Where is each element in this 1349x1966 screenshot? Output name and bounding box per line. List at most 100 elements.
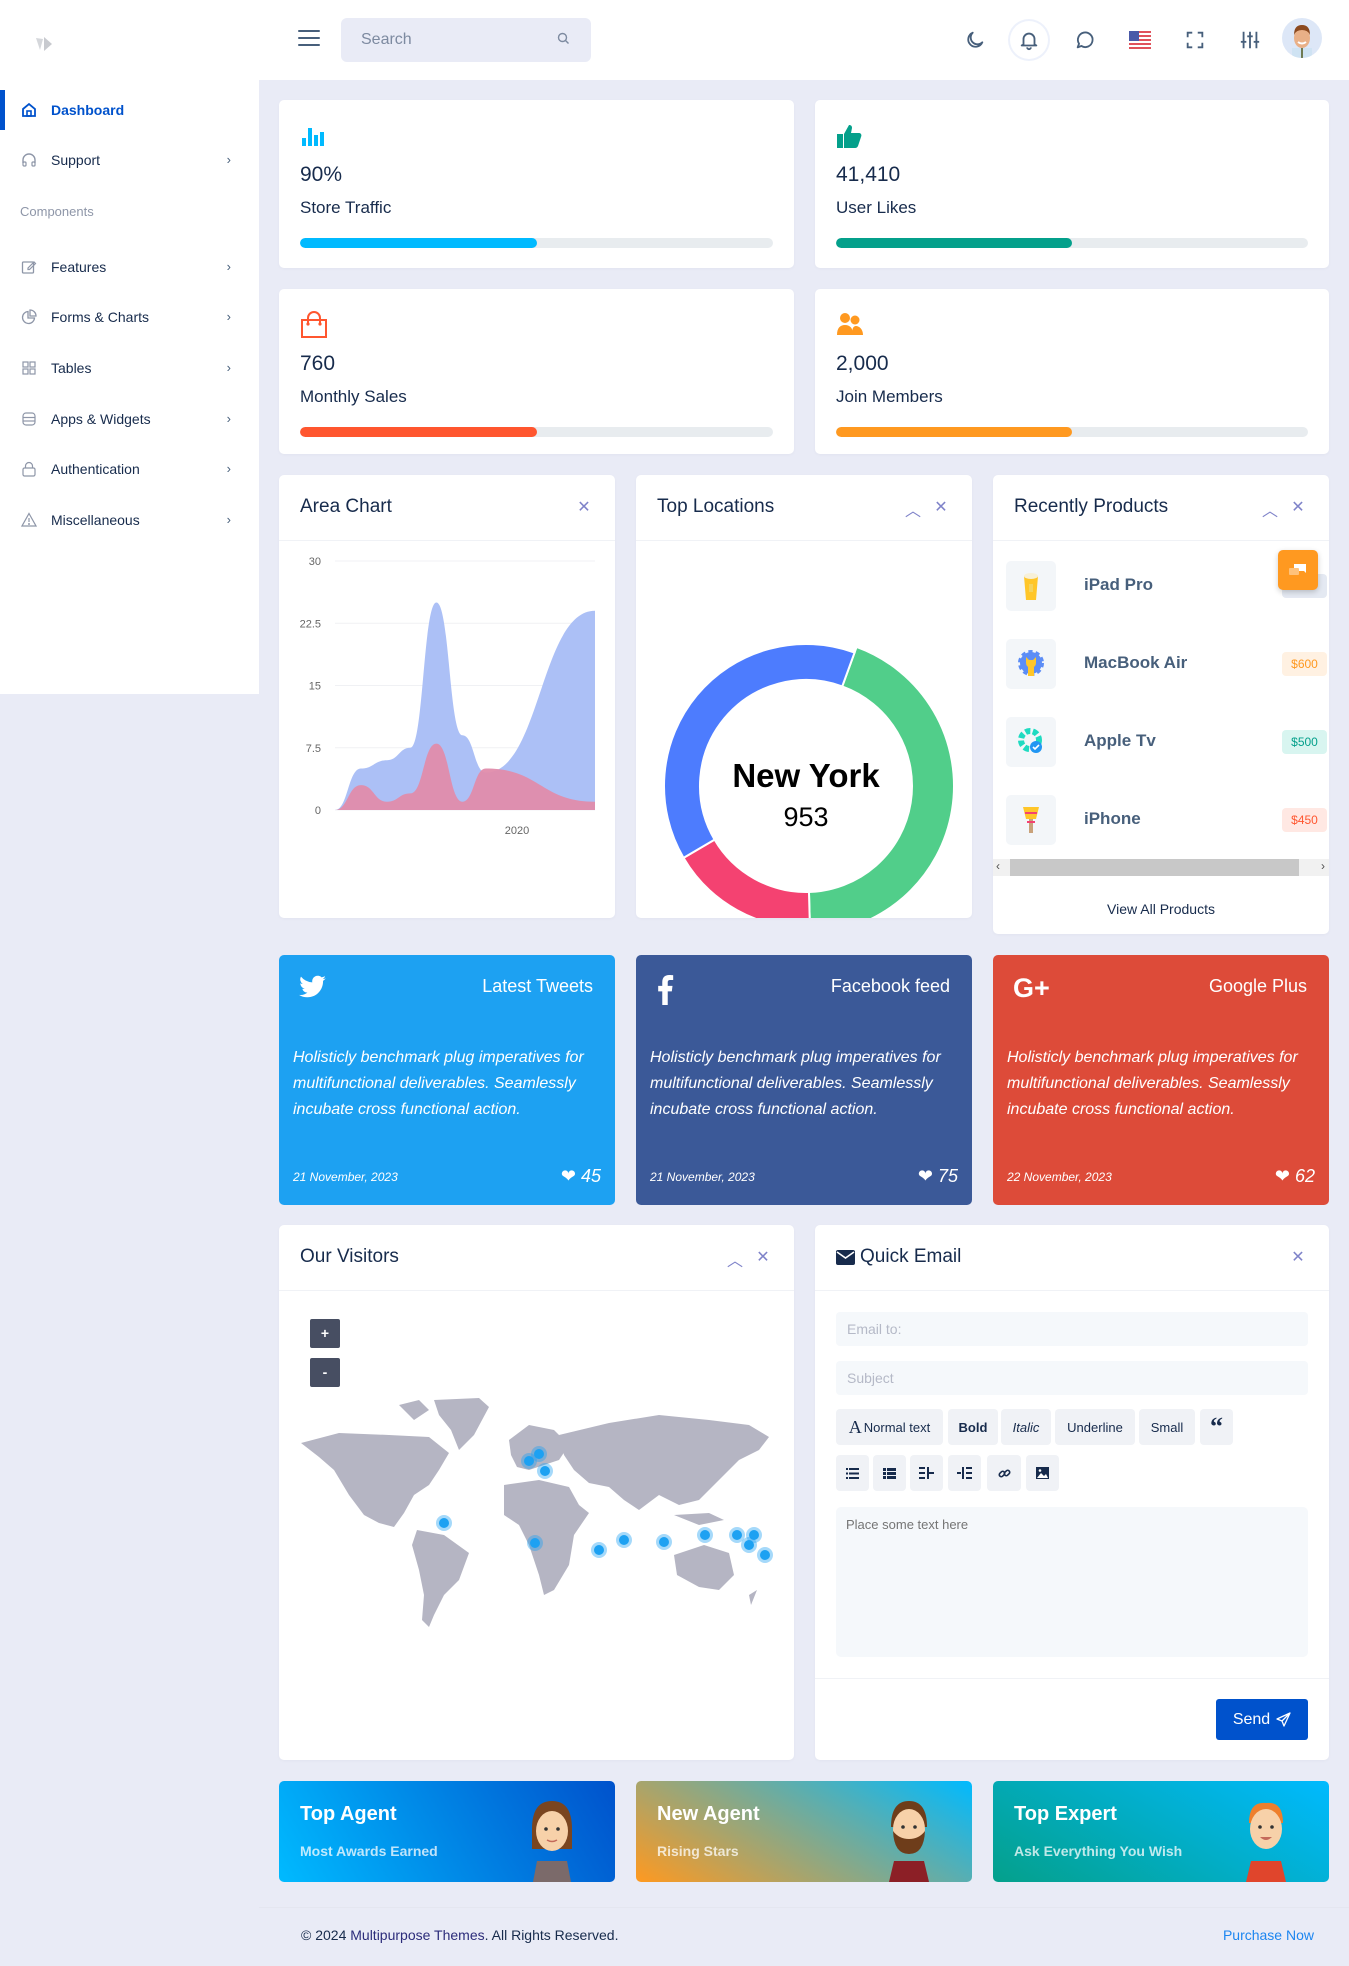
map-marker[interactable] [527, 1535, 543, 1551]
product-price: $450 [1282, 808, 1327, 832]
product-name[interactable]: MacBook Air [1084, 653, 1187, 673]
product-price: $500 [1282, 730, 1327, 754]
link-button[interactable] [987, 1455, 1021, 1491]
sidebar-item-support[interactable]: Support › [0, 140, 259, 180]
map-marker[interactable] [656, 1534, 672, 1550]
sidebar-item-forms-charts[interactable]: Forms & Charts › [0, 297, 259, 337]
dark-mode-button[interactable] [956, 21, 994, 59]
top-expert-card[interactable]: Top Expert Ask Everything You Wish [993, 1781, 1329, 1882]
scrollbar-thumb[interactable] [1010, 859, 1299, 876]
map-marker[interactable] [616, 1532, 632, 1548]
likes-button[interactable]: ❤ 45 [561, 1166, 601, 1187]
stat-card-user-likes: 41,410 User Likes [815, 100, 1329, 268]
scroll-left-icon[interactable]: ‹ [996, 859, 1000, 873]
twitter-icon [299, 975, 326, 998]
purchase-now-link[interactable]: Purchase Now [1223, 1927, 1314, 1943]
warning-icon [20, 511, 38, 529]
map-marker[interactable] [436, 1515, 452, 1531]
chevron-right-icon: › [226, 152, 231, 167]
normal-text-button[interactable]: A Normal text [836, 1409, 943, 1445]
map-marker[interactable] [531, 1446, 547, 1462]
quote-button[interactable]: “ [1200, 1409, 1233, 1445]
outdent-button[interactable] [910, 1455, 943, 1491]
bold-button[interactable]: Bold [948, 1409, 998, 1445]
product-name[interactable]: iPhone [1084, 809, 1141, 829]
sidebar-item-tables[interactable]: Tables › [0, 348, 259, 388]
map-marker[interactable] [537, 1463, 553, 1479]
underline-button[interactable]: Underline [1055, 1409, 1135, 1445]
logo-icon[interactable] [32, 34, 56, 54]
sidebar-item-authentication[interactable]: Authentication › [0, 449, 259, 489]
sidebar-item-apps-widgets[interactable]: Apps & Widgets › [0, 399, 259, 439]
floating-chat-button[interactable] [1278, 550, 1318, 590]
language-button[interactable] [1121, 21, 1159, 59]
user-avatar[interactable] [1282, 18, 1322, 58]
progress-bar [836, 238, 1308, 248]
stat-label: Monthly Sales [300, 387, 407, 406]
map-marker[interactable] [757, 1547, 773, 1563]
map-marker[interactable] [591, 1542, 607, 1558]
italic-button[interactable]: Italic [1001, 1409, 1051, 1445]
chat-button[interactable] [1066, 21, 1104, 59]
subject-input[interactable] [836, 1361, 1308, 1395]
likes-button[interactable]: ❤ 62 [1275, 1166, 1315, 1187]
collapse-icon[interactable]: ︿ [726, 1247, 744, 1271]
horizontal-scrollbar[interactable]: ‹ › [993, 859, 1329, 876]
image-button[interactable] [1026, 1455, 1059, 1491]
view-all-products-link[interactable]: View All Products [993, 901, 1329, 917]
map-zoom-out-button[interactable]: - [310, 1358, 340, 1387]
agent-title: New Agent [657, 1803, 760, 1825]
world-map[interactable] [279, 1395, 794, 1665]
shopping-bag-icon [301, 311, 327, 338]
product-name[interactable]: Apple Tv [1084, 731, 1156, 751]
map-zoom-in-button[interactable]: + [310, 1319, 340, 1348]
scroll-right-icon[interactable]: › [1321, 859, 1325, 873]
likes-count: 62 [1294, 1166, 1315, 1186]
agent-subtitle: Ask Everything You Wish [1014, 1843, 1183, 1859]
product-name[interactable]: iPad Pro [1084, 575, 1153, 595]
send-button[interactable]: Send [1216, 1699, 1308, 1740]
sidebar-item-dashboard[interactable]: Dashboard [0, 90, 259, 130]
stat-value: 41,410 [836, 163, 901, 186]
fullscreen-button[interactable] [1176, 21, 1214, 59]
unordered-list-button[interactable] [836, 1455, 869, 1491]
menu-icon[interactable] [298, 30, 320, 46]
visitors-panel: Our Visitors ︿ ✕ + - [279, 1225, 794, 1760]
chevron-right-icon: › [226, 259, 231, 274]
agent-title: Top Agent [300, 1803, 397, 1825]
area-series-series-1[interactable] [335, 602, 595, 811]
heart-icon: ❤ [1274, 1166, 1290, 1186]
sidebar-item-miscellaneous[interactable]: Miscellaneous › [0, 500, 259, 540]
collapse-icon[interactable]: ︿ [1261, 497, 1279, 521]
map-marker[interactable] [697, 1527, 713, 1543]
search-icon[interactable] [557, 32, 570, 45]
close-icon[interactable]: ✕ [1289, 1247, 1307, 1267]
users-icon [837, 313, 863, 335]
sidebar-item-label: Support [51, 152, 101, 168]
close-icon[interactable]: ✕ [575, 497, 593, 517]
sidebar-item-label: Tables [51, 360, 92, 376]
likes-button[interactable]: ❤ 75 [918, 1166, 958, 1187]
email-to-input[interactable] [836, 1312, 1308, 1346]
collapse-icon[interactable]: ︿ [904, 497, 922, 521]
map-marker[interactable] [741, 1537, 757, 1553]
close-icon[interactable]: ✕ [932, 497, 950, 517]
copyright-suffix: . All Rights Reserved. [484, 1927, 619, 1943]
sidebar-item-features[interactable]: Features › [0, 247, 259, 287]
top-agent-card[interactable]: Top Agent Most Awards Earned [279, 1781, 615, 1882]
close-icon[interactable]: ✕ [754, 1247, 772, 1267]
indent-button[interactable] [948, 1455, 981, 1491]
brand-link[interactable]: Multipurpose Themes [350, 1927, 484, 1943]
continents [301, 1398, 769, 1627]
search-input[interactable] [341, 18, 591, 62]
product-row[interactable]: Apple Tv $500 [993, 717, 1329, 795]
product-row[interactable]: MacBook Air $600 [993, 639, 1329, 717]
new-agent-card[interactable]: New Agent Rising Stars [636, 1781, 972, 1882]
ordered-list-button[interactable] [873, 1455, 906, 1491]
message-textarea[interactable] [836, 1507, 1308, 1657]
close-icon[interactable]: ✕ [1289, 497, 1307, 517]
donut-slice-segment-2[interactable] [682, 838, 811, 918]
settings-button[interactable] [1231, 21, 1269, 59]
small-button[interactable]: Small [1139, 1409, 1195, 1445]
notifications-button[interactable] [1010, 21, 1048, 59]
